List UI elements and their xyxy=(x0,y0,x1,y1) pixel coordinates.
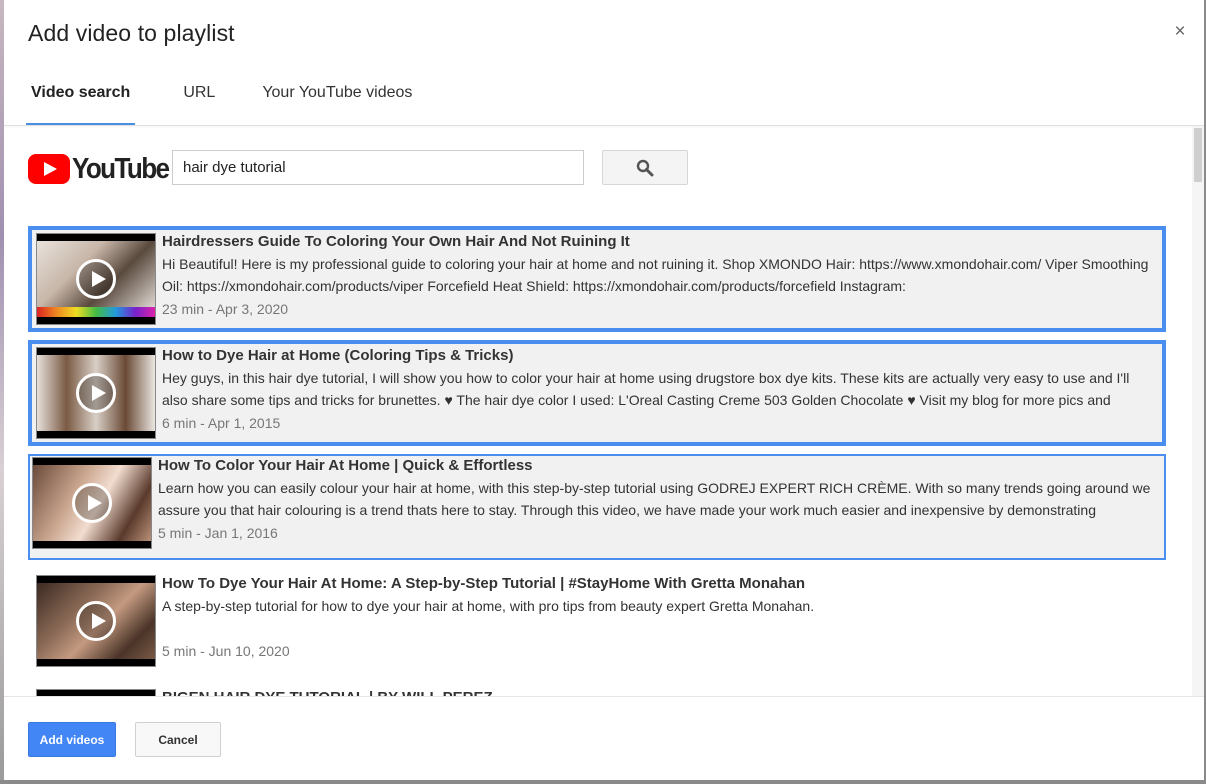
result-item[interactable]: Hairdressers Guide To Coloring Your Own … xyxy=(28,226,1166,332)
result-meta: 23 min - Apr 3, 2020 xyxy=(162,301,289,317)
tab-your-youtube-videos[interactable]: Your YouTube videos xyxy=(257,70,417,125)
youtube-logo-text: YouTube xyxy=(72,152,170,185)
video-thumbnail xyxy=(32,457,152,549)
add-videos-button[interactable]: Add videos xyxy=(28,722,116,757)
search-results-panel[interactable]: YouTube Hairdressers Guide To Coloring Y… xyxy=(4,126,1204,696)
result-title: How to Dye Hair at Home (Coloring Tips &… xyxy=(162,347,514,364)
video-thumbnail xyxy=(36,689,156,696)
results-list: Hairdressers Guide To Coloring Your Own … xyxy=(28,226,1166,696)
play-icon xyxy=(76,601,116,641)
result-title: How To Dye Your Hair At Home: A Step-by-… xyxy=(162,575,806,592)
cancel-button[interactable]: Cancel xyxy=(135,722,221,757)
scrollbar-thumb[interactable] xyxy=(1194,128,1202,182)
dialog-title: Add video to playlist xyxy=(28,20,235,46)
play-icon xyxy=(76,259,116,299)
video-thumbnail xyxy=(36,347,156,439)
result-item[interactable]: BIGEN HAIR DYE TUTORIAL | BY WILL PEREZ xyxy=(28,682,1166,696)
add-video-dialog: Add video to playlist × Video search URL… xyxy=(4,0,1204,780)
video-thumbnail xyxy=(36,575,156,667)
dialog-footer: Add videos Cancel xyxy=(4,696,1204,780)
youtube-logo: YouTube xyxy=(28,153,179,185)
search-input[interactable] xyxy=(172,150,584,185)
search-button[interactable] xyxy=(602,150,688,185)
result-item[interactable]: How To Dye Your Hair At Home: A Step-by-… xyxy=(28,568,1166,674)
result-title: Hairdressers Guide To Coloring Your Own … xyxy=(162,233,630,250)
result-meta: 5 min - Jan 1, 2016 xyxy=(158,525,278,541)
video-thumbnail xyxy=(36,233,156,325)
background-bottom-edge xyxy=(0,780,1206,784)
youtube-play-icon xyxy=(28,154,70,184)
result-item[interactable]: How to Dye Hair at Home (Coloring Tips &… xyxy=(28,340,1166,446)
scrollbar[interactable] xyxy=(1192,126,1204,696)
play-icon xyxy=(76,373,116,413)
result-title: How To Color Your Hair At Home | Quick &… xyxy=(158,457,533,474)
play-icon xyxy=(72,483,112,523)
result-meta: 5 min - Jun 10, 2020 xyxy=(162,643,290,659)
result-item[interactable]: How To Color Your Hair At Home | Quick &… xyxy=(28,454,1166,560)
result-meta: 6 min - Apr 1, 2015 xyxy=(162,415,281,431)
result-description: Learn how you can easily colour your hai… xyxy=(158,480,1151,518)
search-icon xyxy=(636,159,654,176)
result-description: Hey guys, in this hair dye tutorial, I w… xyxy=(162,370,1130,408)
tab-bar: Video search URL Your YouTube videos xyxy=(26,70,455,126)
tab-video-search[interactable]: Video search xyxy=(26,70,136,125)
result-description: Hi Beautiful! Here is my professional gu… xyxy=(162,256,1149,294)
result-title: BIGEN HAIR DYE TUTORIAL | BY WILL PEREZ xyxy=(162,688,1156,696)
tab-url[interactable]: URL xyxy=(173,70,225,125)
close-icon[interactable]: × xyxy=(1170,22,1190,42)
result-description: A step-by-step tutorial for how to dye y… xyxy=(162,598,815,614)
